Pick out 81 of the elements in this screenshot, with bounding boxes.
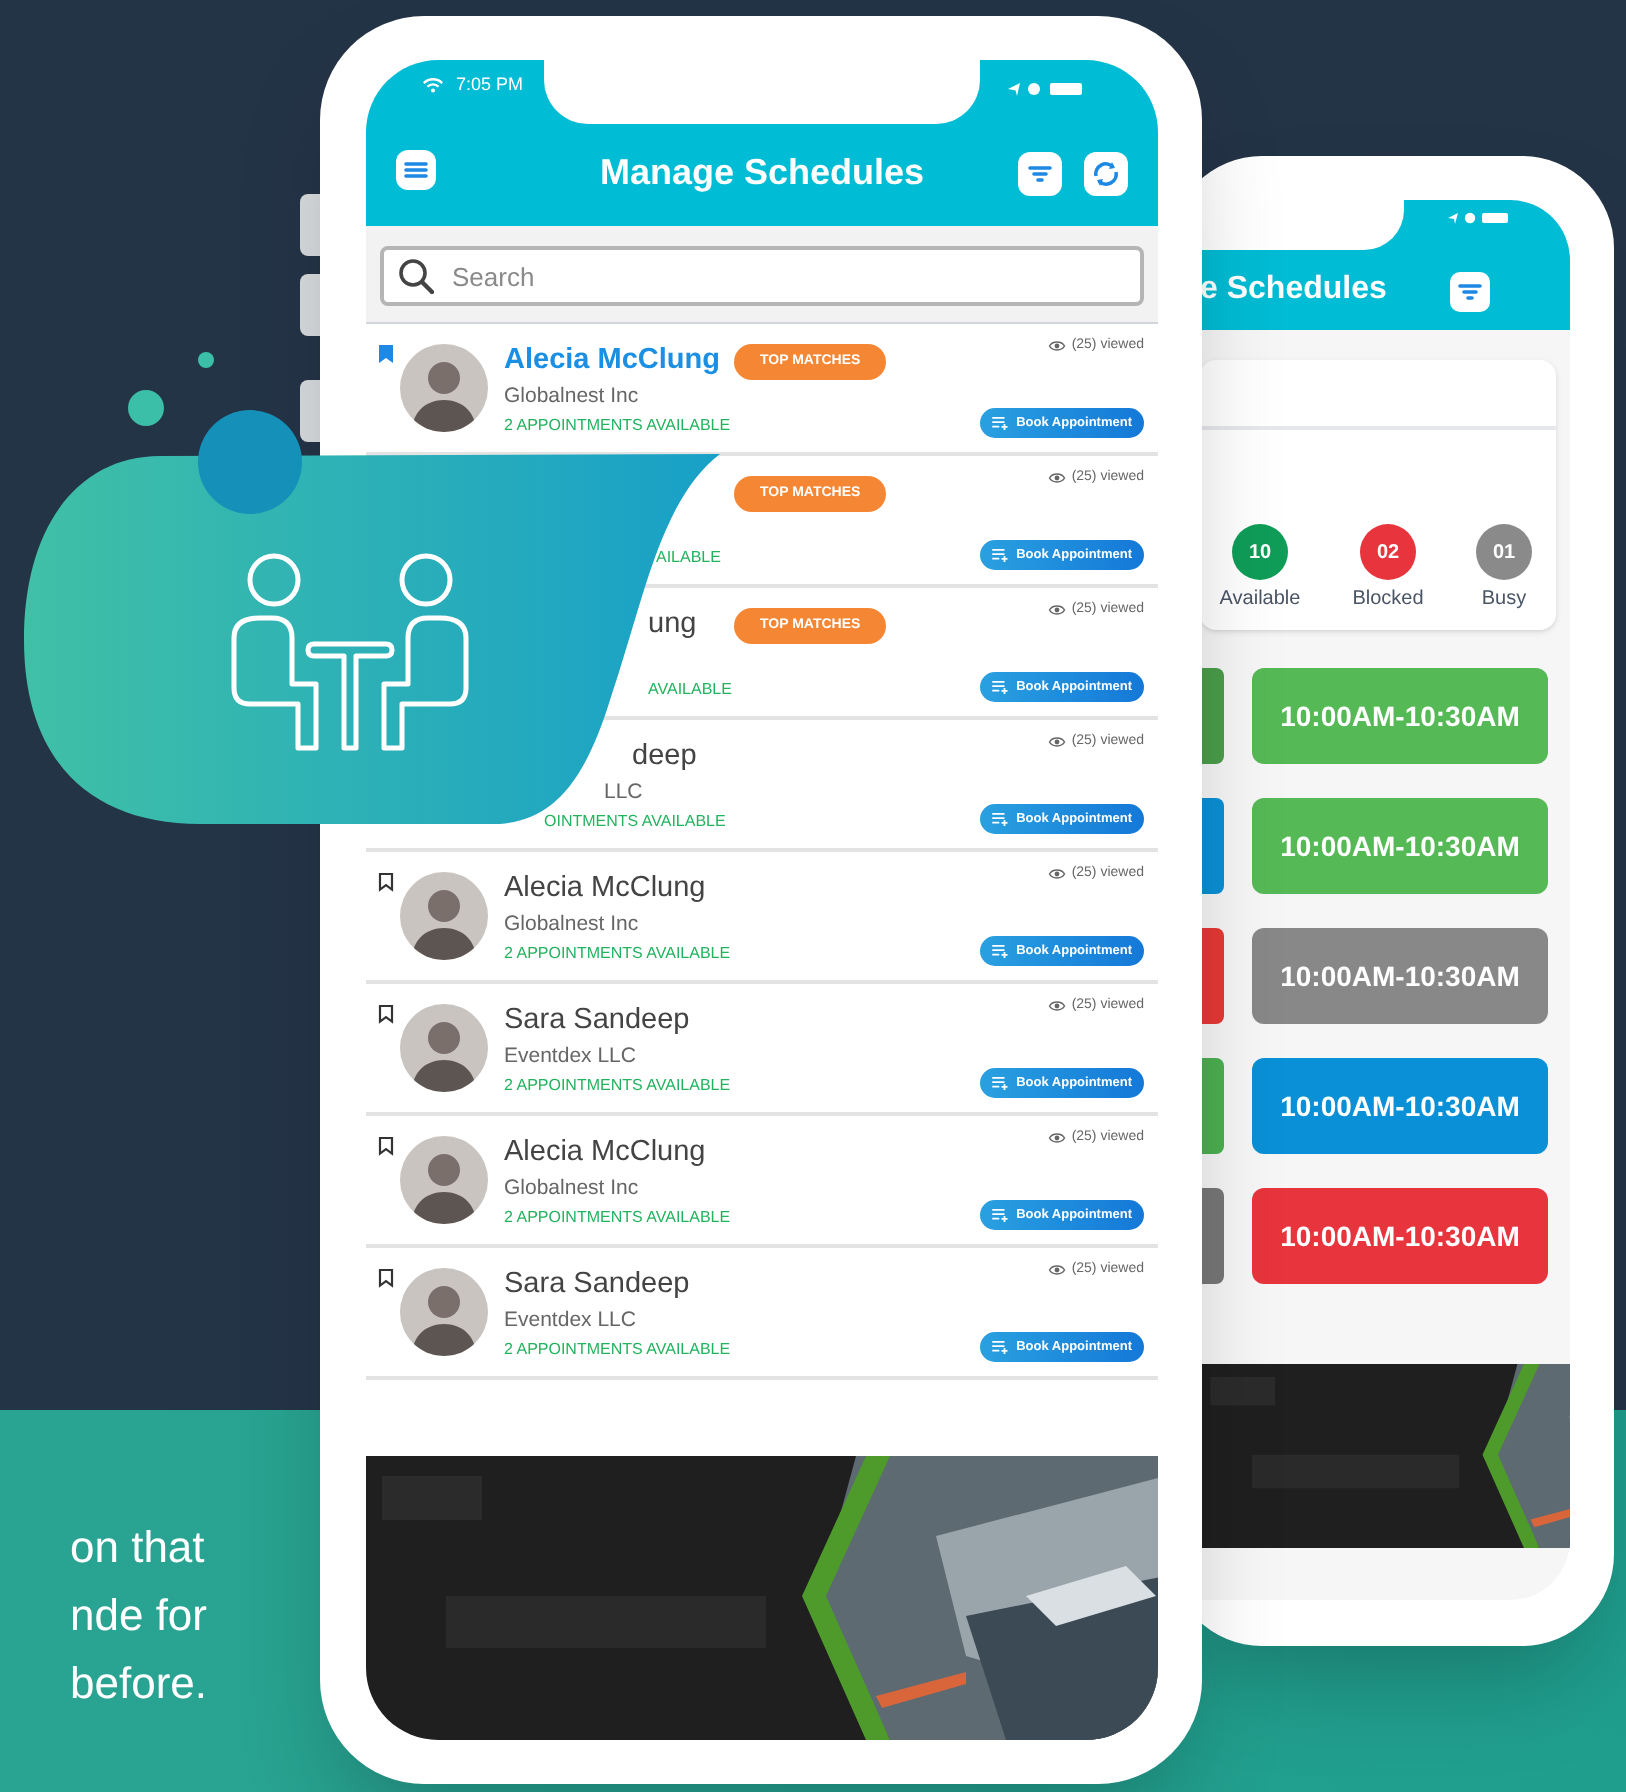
list-add-icon [992,1076,1011,1090]
tagline-text: nde for [70,1588,207,1644]
avatar [400,344,488,432]
eye-icon [1047,868,1066,881]
eye-icon [1047,1000,1066,1013]
eye-icon [1047,1264,1066,1277]
appointments-text: 2 APPOINTMENTS AVAILABLE [504,942,733,966]
appointments-text: AILABLE [654,546,723,570]
list-add-icon [992,548,1011,562]
time-slot[interactable]: 10:00AM-10:30AM [1252,1058,1548,1154]
eye-icon [1047,736,1066,749]
eye-icon [1047,604,1066,617]
time-slot[interactable]: 10:00AM-10:30AM [1252,928,1548,1024]
meeting-icon [231,553,469,751]
count-badge: 01 [1476,524,1532,580]
time-slot[interactable]: 10:00AM-10:30AM [1252,668,1548,764]
time-slot[interactable] [1200,1058,1224,1154]
screen-title: Manage Schedules [597,150,927,196]
appointments-text: 2 APPOINTMENTS AVAILABLE [504,414,733,438]
filter-icon[interactable] [1018,152,1062,196]
appointments-text: AVAILABLE [646,678,734,702]
tagline-text: on that [70,1520,207,1576]
status-icons [1006,80,1086,98]
list-add-icon [992,416,1011,430]
company-name: Eventdex LLC [504,1042,638,1072]
contact-name: Sara Sandeep [504,1002,692,1041]
refresh-icon[interactable] [1084,152,1128,196]
search-field[interactable]: Search [380,246,1144,306]
decor-circle [198,352,214,368]
screen-title: e Schedules [1200,270,1387,310]
list-add-icon [992,1208,1011,1222]
appointments-text: 2 APPOINTMENTS AVAILABLE [504,1206,733,1230]
tagline-text: before. [70,1656,207,1712]
status-label: Busy [1481,586,1527,614]
eye-icon [1047,1132,1066,1145]
company-name: Eventdex LLC [504,1306,638,1336]
decor-circle [198,410,302,514]
company-name: Globalnest Inc [504,910,641,940]
time-slot[interactable] [1200,798,1224,894]
bookmark-icon[interactable] [378,1004,394,1024]
time-slot[interactable] [1200,668,1224,764]
list-add-icon [992,1340,1011,1354]
time-slot[interactable]: 10:00AM-10:30AM [1252,798,1548,894]
eye-icon [1047,472,1066,485]
appointments-text: 2 APPOINTMENTS AVAILABLE [504,1338,733,1362]
decor-circle [128,390,164,426]
contact-name: Alecia McClung [504,1134,708,1173]
bookmark-icon[interactable] [378,1136,394,1156]
company-name: Globalnest Inc [504,382,641,412]
menu-icon[interactable] [396,150,436,190]
count-badge: 10 [1232,524,1288,580]
status-icons [1446,210,1510,226]
avatar [400,1268,488,1356]
company-name: Globalnest Inc [504,1174,641,1204]
bookmark-icon[interactable] [378,1268,394,1288]
contact-name: Sara Sandeep [504,1266,692,1305]
eye-icon [1047,340,1066,353]
time-slot[interactable]: 10:00AM-10:30AM [1252,1188,1548,1284]
company-name: LLC [602,778,645,808]
filter-icon[interactable] [1450,272,1490,312]
avatar [400,872,488,960]
contact-name: Alecia McClung [504,870,708,909]
status-label: Blocked [1352,586,1424,614]
contact-name: Alecia McClung [504,342,722,381]
avatar [400,1136,488,1224]
bookmark-icon[interactable] [378,872,394,892]
list-add-icon [992,680,1011,694]
time-slot[interactable] [1200,928,1224,1024]
search-icon [398,258,434,294]
status-time: 7:05 PM [456,72,524,98]
avatar [400,1004,488,1092]
appointments-text: OINTMENTS AVAILABLE [542,810,728,834]
appointments-text: 2 APPOINTMENTS AVAILABLE [504,1074,733,1098]
contact-name: deep [630,738,699,777]
wifi-icon [422,76,444,95]
contact-name: ung [646,606,699,645]
status-label: Available [1219,586,1301,614]
count-badge: 02 [1360,524,1416,580]
list-add-icon [992,812,1011,826]
time-slot[interactable] [1200,1188,1224,1284]
list-add-icon [992,944,1011,958]
